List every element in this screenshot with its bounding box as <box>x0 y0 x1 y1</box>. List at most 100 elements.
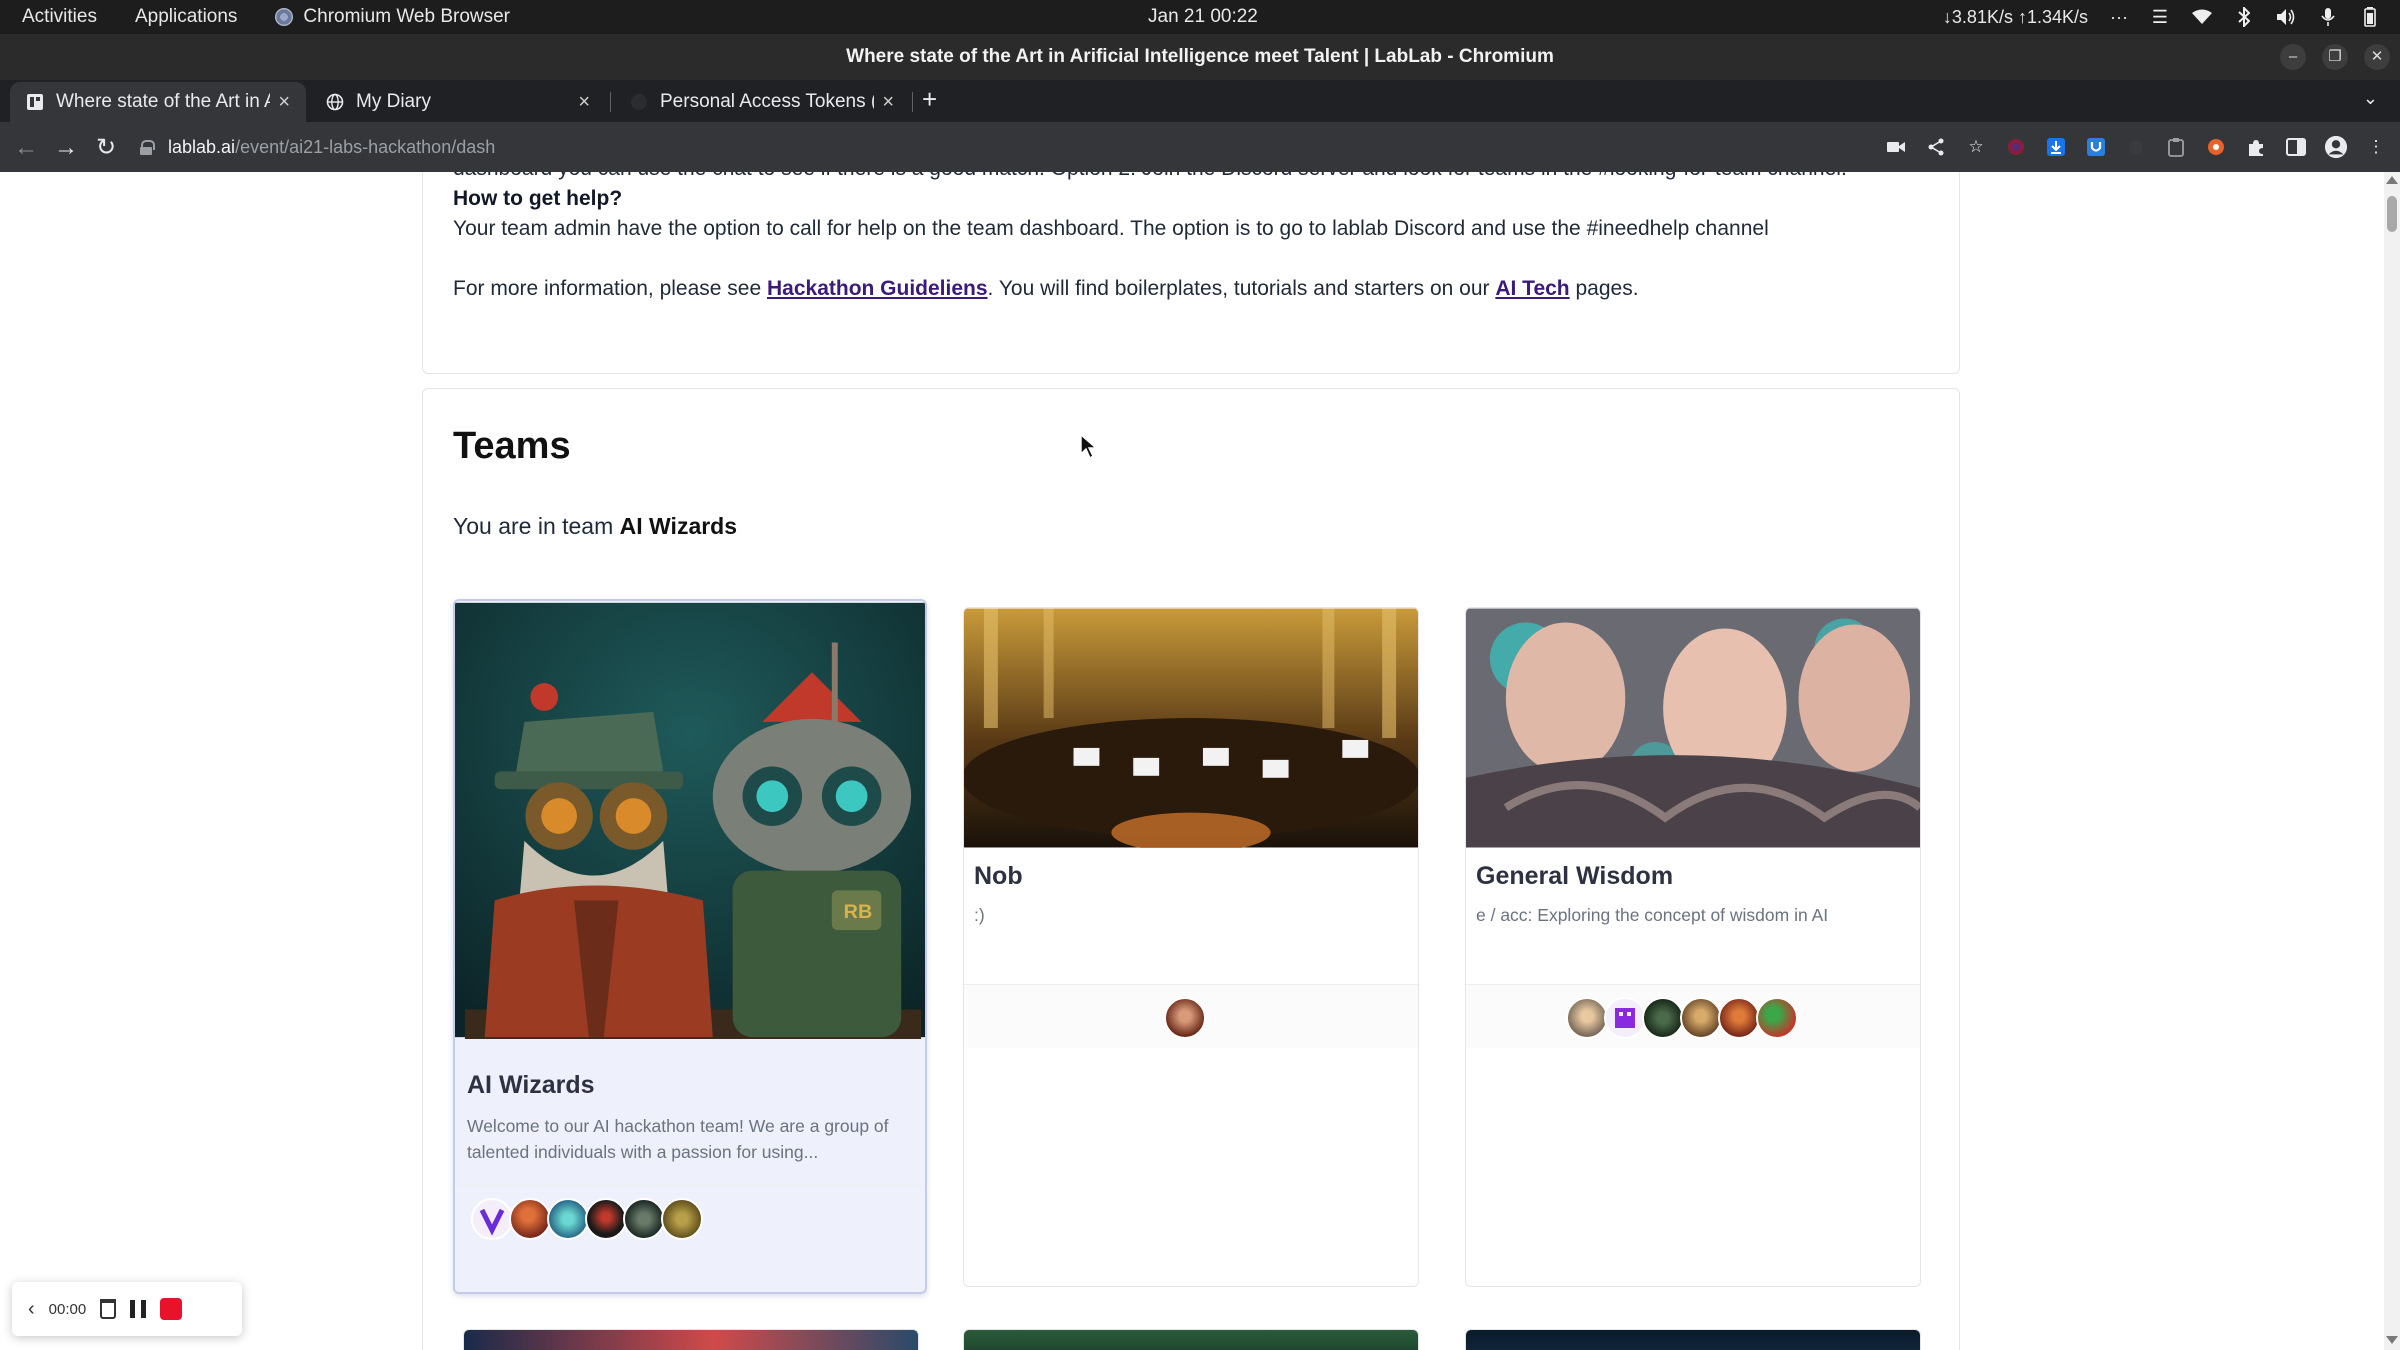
app-menu[interactable]: Chromium Web Browser <box>275 6 510 28</box>
team-card-partial[interactable] <box>963 1329 1419 1350</box>
teams-heading: Teams <box>453 425 571 467</box>
pause-icon[interactable] <box>130 1300 147 1318</box>
address-bar[interactable]: lablab.ai/event/ai21-labs-hackathon/dash <box>140 130 1870 164</box>
team-members <box>455 1185 925 1249</box>
recording-timer: 00:00 <box>48 1300 87 1318</box>
github-icon <box>630 93 648 111</box>
tab-github-tokens[interactable]: Personal Access Tokens (GitHub) × <box>614 82 910 122</box>
volume-icon[interactable] <box>2276 7 2296 27</box>
camera-icon[interactable] <box>1884 135 1908 159</box>
help-heading: How to get help? <box>453 187 623 210</box>
more-info-middle: . You will find boilerplates, tutorials … <box>987 277 1496 300</box>
scroll-down-arrow-icon[interactable] <box>2386 1336 2398 1344</box>
battery-icon[interactable] <box>2360 7 2380 27</box>
clipboard-extension-icon[interactable] <box>2164 135 2188 159</box>
tab-close-icon[interactable]: × <box>578 91 590 114</box>
current-team-name: AI Wizards <box>619 513 738 539</box>
info-panel: dashboard you can use the chat to see if… <box>422 172 1960 374</box>
team-name: Nob <box>974 862 1023 890</box>
tab-label: My Diary <box>356 91 431 112</box>
team-card-partial[interactable] <box>1465 1329 1921 1350</box>
tab-close-icon[interactable]: × <box>882 91 894 114</box>
avatar[interactable] <box>547 1198 589 1240</box>
download-extension-icon[interactable] <box>2044 135 2068 159</box>
network-speed: ↓3.81K/s ↑1.34K/s <box>1942 6 2089 27</box>
ai-tech-link[interactable]: AI Tech <box>1495 277 1569 300</box>
team-card-general-wisdom[interactable]: General Wisdom e / acc: Exploring the co… <box>1465 607 1921 1287</box>
reload-icon[interactable]: ↻ <box>92 134 120 162</box>
extension-red-circle-icon[interactable] <box>2004 135 2028 159</box>
member-avatars <box>1566 997 1798 1039</box>
close-window-icon[interactable]: ✕ <box>2364 44 2390 70</box>
lock-icon[interactable] <box>140 140 155 155</box>
side-panel-icon[interactable] <box>2284 135 2308 159</box>
bluetooth-icon[interactable] <box>2234 7 2254 27</box>
team-card-ai-wizards[interactable]: RB AI Wizards Welcome to our AI hackatho… <box>453 599 927 1294</box>
avatar[interactable] <box>585 1198 627 1240</box>
tab-search-chevron-icon[interactable]: ⌄ <box>2363 88 2378 109</box>
tab-lablab[interactable]: Where state of the Art in Arificial Inte… <box>10 82 306 122</box>
partial-text-line: dashboard you can use the chat to see if… <box>453 172 1847 181</box>
clock[interactable]: Jan 21 00:22 <box>1148 0 1258 34</box>
dark-extension-icon[interactable] <box>2124 135 2148 159</box>
scroll-up-arrow-icon[interactable] <box>2386 176 2398 184</box>
globe-icon <box>326 93 344 111</box>
collapse-chevron-icon[interactable]: ‹ <box>28 1298 35 1321</box>
avatar[interactable] <box>1566 997 1608 1039</box>
overflow-indicator[interactable]: ··· <box>2110 7 2128 28</box>
team-name: AI Wizards <box>467 1071 595 1099</box>
chromium-icon <box>275 8 294 26</box>
team-card-partial[interactable] <box>463 1329 919 1350</box>
u-extension-icon[interactable] <box>2084 135 2108 159</box>
microphone-icon[interactable] <box>2318 7 2338 27</box>
lablab-favicon-icon <box>26 93 44 111</box>
restore-icon[interactable]: ❐ <box>2322 44 2348 70</box>
applications-menu[interactable]: Applications <box>135 6 237 28</box>
orange-extension-icon[interactable] <box>2204 135 2228 159</box>
teams-panel: Teams You are in team AI Wizards RB AI W… <box>422 388 1960 1350</box>
avatar[interactable] <box>509 1198 551 1240</box>
system-tray[interactable]: ↓3.81K/s ↑1.34K/s ··· ☰ <box>1943 0 2380 34</box>
wifi-icon[interactable] <box>2192 7 2212 27</box>
avatar[interactable] <box>1756 997 1798 1039</box>
avatar[interactable] <box>471 1198 513 1240</box>
profile-avatar-icon[interactable] <box>2324 135 2348 159</box>
stop-recording-icon[interactable] <box>160 1298 183 1320</box>
minimize-icon[interactable]: – <box>2280 44 2306 70</box>
share-icon[interactable] <box>1924 135 1948 159</box>
screen-recorder-widget: ‹ 00:00 <box>12 1282 242 1336</box>
avatar[interactable] <box>1680 997 1722 1039</box>
browser-toolbar: ← → ↻ lablab.ai/event/ai21-labs-hackatho… <box>0 122 2400 172</box>
puzzle-extensions-icon[interactable] <box>2244 135 2268 159</box>
activities-button[interactable]: Activities <box>22 6 97 28</box>
help-text: Your team admin have the option to call … <box>453 217 1769 240</box>
menu-lines-icon[interactable]: ☰ <box>2150 7 2170 27</box>
forward-arrow-icon[interactable]: → <box>52 134 80 162</box>
avatar[interactable] <box>1642 997 1684 1039</box>
mouse-cursor-icon <box>1080 434 1098 460</box>
avatar[interactable] <box>1718 997 1760 1039</box>
hackathon-guidelines-link[interactable]: Hackathon Guideliens <box>767 277 988 300</box>
avatar[interactable] <box>1604 997 1646 1039</box>
window-title: Where state of the Art in Arificial Inte… <box>846 46 1554 67</box>
window-title-bar[interactable]: Where state of the Art in Arificial Inte… <box>0 34 2400 80</box>
team-image-robots: RB <box>455 602 925 1039</box>
app-menu-label: Chromium Web Browser <box>303 6 511 27</box>
avatar[interactable] <box>623 1198 665 1240</box>
team-description: :) <box>974 905 985 925</box>
system-top-bar: Activities Applications Chromium Web Bro… <box>0 0 2400 34</box>
scrollbar-thumb[interactable] <box>2387 196 2397 232</box>
tab-label: Personal Access Tokens (GitHub) <box>660 91 874 112</box>
team-card-nob[interactable]: Nob :) <box>963 607 1419 1287</box>
bookmark-star-icon[interactable]: ☆ <box>1964 135 1988 159</box>
vertical-scrollbar[interactable] <box>2384 172 2400 1350</box>
back-arrow-icon[interactable]: ← <box>12 134 40 162</box>
avatar[interactable] <box>661 1198 703 1240</box>
tab-strip: Where state of the Art in Arificial Inte… <box>0 80 2400 122</box>
avatar[interactable] <box>1164 997 1206 1039</box>
kebab-menu-icon[interactable]: ⋮ <box>2364 135 2388 159</box>
trash-icon[interactable] <box>100 1299 117 1319</box>
tab-close-icon[interactable]: × <box>278 91 290 114</box>
tab-my-diary[interactable]: My Diary × <box>310 82 606 122</box>
new-tab-button[interactable]: + <box>922 84 937 115</box>
